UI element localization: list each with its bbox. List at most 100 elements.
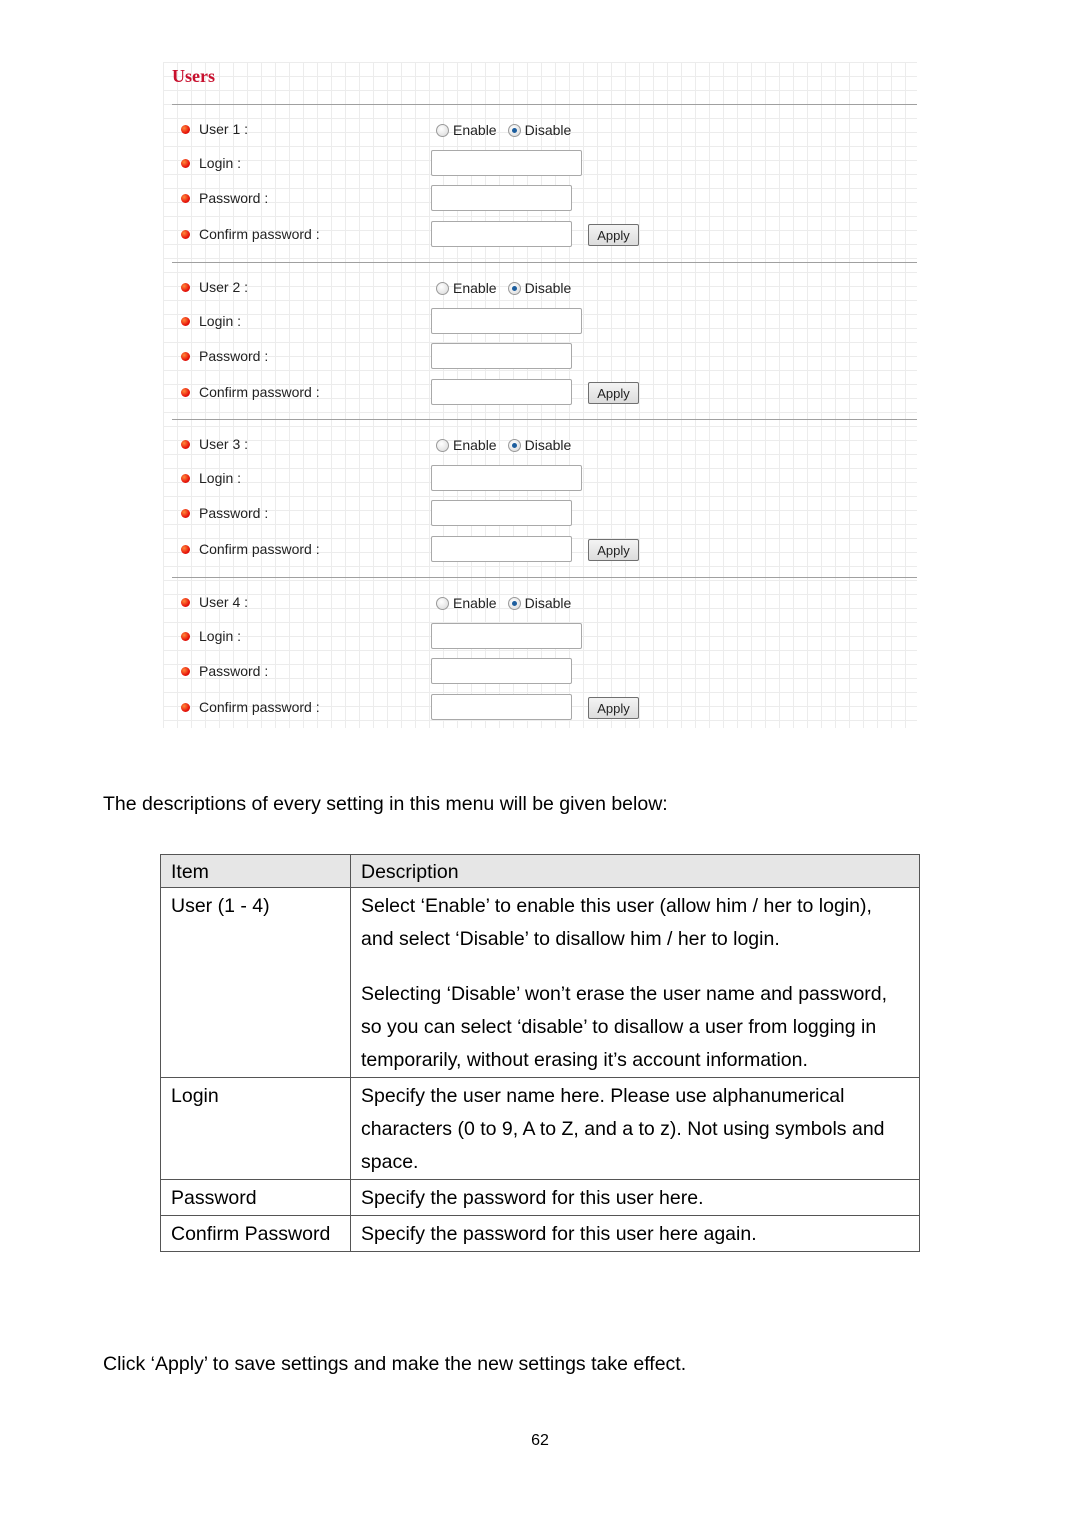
confirm-password-label: Confirm password : xyxy=(199,699,320,715)
confirm-password-input[interactable] xyxy=(431,379,572,405)
login-label: Login : xyxy=(199,470,242,486)
confirm-password-label: Confirm password : xyxy=(199,384,320,400)
disable-label[interactable]: Disable xyxy=(525,595,572,611)
enable-radio[interactable] xyxy=(436,438,449,452)
apply-button[interactable]: Apply xyxy=(588,382,639,404)
bullet-icon xyxy=(181,229,190,239)
bullet-icon xyxy=(181,193,190,203)
enable-label[interactable]: Enable xyxy=(453,122,497,138)
bullet-icon xyxy=(181,702,190,712)
enable-label[interactable]: Enable xyxy=(453,280,497,296)
bullet-icon xyxy=(181,666,190,676)
user-label: User 1 : xyxy=(199,121,249,137)
user-1-group: User 1 : Login : Password : Confirm passwor… xyxy=(163,104,917,247)
login-input[interactable] xyxy=(431,308,582,334)
item-cell: Login xyxy=(160,1077,351,1180)
login-label: Login : xyxy=(199,628,242,644)
confirm-label-row: Confirm password : xyxy=(181,382,320,402)
disable-radio[interactable] xyxy=(507,123,521,137)
enable-disable-radio-group: Enable Disable xyxy=(431,595,577,611)
login-label: Login : xyxy=(199,313,242,329)
description-cell: Specify the user name here. Please use a… xyxy=(350,1077,920,1180)
table-row: Password Specify the password for this us… xyxy=(160,1179,920,1216)
outro-text: Click ‘Apply’ to save settings and make … xyxy=(103,1353,687,1375)
enable-label[interactable]: Enable xyxy=(453,595,497,611)
password-label-row: Password : xyxy=(181,346,268,366)
item-cell: Confirm Password xyxy=(160,1215,351,1252)
password-label-row: Password : xyxy=(181,188,268,208)
login-label-row: Login : xyxy=(181,468,241,488)
page-number: 62 xyxy=(531,1432,549,1449)
item-cell: User (1 - 4) xyxy=(160,887,351,1078)
login-label-row: Login : xyxy=(181,153,241,173)
bullet-icon xyxy=(181,631,190,641)
password-input[interactable] xyxy=(431,658,572,684)
password-label: Password : xyxy=(199,348,269,364)
enable-disable-radio-group: Enable Disable xyxy=(431,280,577,296)
user-2-group: User 2 : Login : Password : Confirm passwor… xyxy=(163,262,917,405)
description-cell: Specify the password for this user here. xyxy=(350,1179,920,1216)
disable-radio[interactable] xyxy=(507,281,521,295)
disable-label[interactable]: Disable xyxy=(525,122,572,138)
user-label-row: User 1 : xyxy=(181,119,248,139)
description-paragraph: Select ‘Enable’ to enable this user (all… xyxy=(361,895,872,950)
description-paragraph: Specify the password for this user here. xyxy=(361,1187,704,1209)
description-paragraph: Specify the user name here. Please use a… xyxy=(361,1085,885,1173)
header-description: Description xyxy=(350,854,920,888)
password-input[interactable] xyxy=(431,185,572,211)
confirm-password-input[interactable] xyxy=(431,221,572,247)
confirm-password-input[interactable] xyxy=(431,694,572,720)
password-label-row: Password : xyxy=(181,503,268,523)
users-title: Users xyxy=(172,66,215,86)
enable-label[interactable]: Enable xyxy=(453,437,497,453)
apply-button[interactable]: Apply xyxy=(588,697,639,719)
user-label: User 3 : xyxy=(199,436,249,452)
bullet-icon xyxy=(181,316,190,326)
login-input[interactable] xyxy=(431,465,582,491)
disable-radio[interactable] xyxy=(507,596,521,610)
confirm-label-row: Confirm password : xyxy=(181,539,320,559)
disable-radio[interactable] xyxy=(507,438,521,452)
enable-radio[interactable] xyxy=(436,596,449,610)
item-cell: Password xyxy=(160,1179,351,1216)
user-label-row: User 4 : xyxy=(181,592,248,612)
disable-label[interactable]: Disable xyxy=(525,280,572,296)
user-label-row: User 2 : xyxy=(181,277,248,297)
bullet-icon xyxy=(181,597,190,607)
bullet-icon xyxy=(181,158,190,168)
user-label: User 4 : xyxy=(199,594,249,610)
login-input[interactable] xyxy=(431,623,582,649)
bullet-icon xyxy=(181,282,190,292)
bullet-icon xyxy=(181,473,190,483)
enable-radio[interactable] xyxy=(436,123,449,137)
table-row: User (1 - 4) Select ‘Enable’ to enable th… xyxy=(160,887,920,1078)
bullet-icon xyxy=(181,387,190,397)
apply-button[interactable]: Apply xyxy=(588,539,639,561)
password-label: Password : xyxy=(199,505,269,521)
users-settings-screenshot: Users User 1 : Login : Password : Confirm p… xyxy=(163,62,917,728)
password-input[interactable] xyxy=(431,343,572,369)
apply-button[interactable]: Apply xyxy=(588,224,639,246)
disable-label[interactable]: Disable xyxy=(525,437,572,453)
enable-disable-radio-group: Enable Disable xyxy=(431,122,577,138)
confirm-label-row: Confirm password : xyxy=(181,224,320,244)
bullet-icon xyxy=(181,124,190,134)
confirm-label-row: Confirm password : xyxy=(181,697,320,717)
password-input[interactable] xyxy=(431,500,572,526)
confirm-password-input[interactable] xyxy=(431,536,572,562)
bullet-icon xyxy=(181,508,190,518)
user-4-group: User 4 : Login : Password : Confirm passwor… xyxy=(163,577,917,720)
login-label-row: Login : xyxy=(181,311,241,331)
table-row: Login Specify the user name here. Please … xyxy=(160,1077,920,1180)
user-3-group: User 3 : Login : Password : Confirm passwor… xyxy=(163,419,917,562)
password-label: Password : xyxy=(199,663,269,679)
description-table: Item Description User (1 - 4) Select ‘Ena… xyxy=(160,854,920,1252)
confirm-password-label: Confirm password : xyxy=(199,226,320,242)
login-input[interactable] xyxy=(431,150,582,176)
user-label-row: User 3 : xyxy=(181,434,248,454)
enable-radio[interactable] xyxy=(436,281,449,295)
header-item: Item xyxy=(160,854,351,888)
description-paragraph: Specify the password for this user here … xyxy=(361,1223,757,1245)
enable-disable-radio-group: Enable Disable xyxy=(431,437,577,453)
confirm-password-label: Confirm password : xyxy=(199,541,320,557)
